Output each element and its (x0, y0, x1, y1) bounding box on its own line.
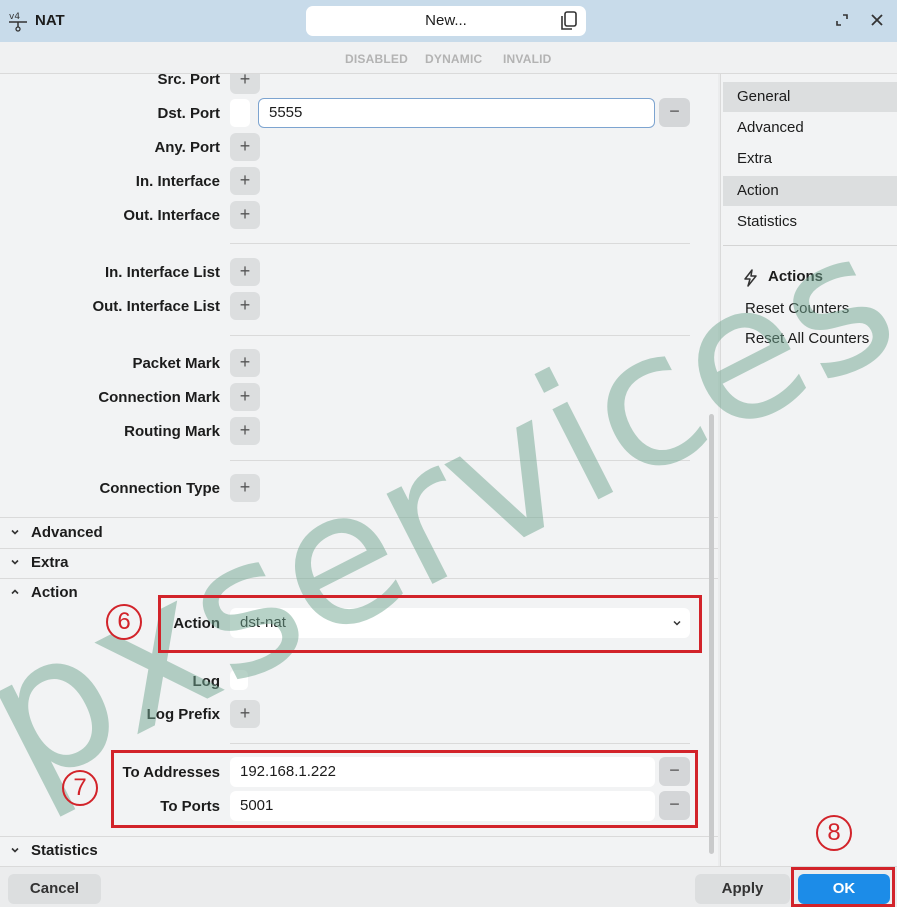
footer: Cancel Apply OK (0, 866, 897, 907)
status-dynamic: DYNAMIC (425, 52, 483, 66)
section-action-title: Action (31, 584, 78, 601)
any-port-add-button[interactable]: + (230, 133, 260, 161)
annotation-box-action (158, 595, 702, 653)
chevron-down-icon (11, 847, 19, 853)
svg-text:v4: v4 (9, 12, 20, 22)
divider (230, 460, 690, 461)
chevron-down-icon (11, 559, 19, 565)
section-statistics-title: Statistics (31, 842, 98, 859)
packet-mark-add-button[interactable]: + (230, 349, 260, 377)
section-advanced-title: Advanced (31, 524, 103, 541)
routing-mark-add-button[interactable]: + (230, 417, 260, 445)
sidebar-item-label: General (737, 88, 791, 105)
out-interface-add-button[interactable]: + (230, 201, 260, 229)
side-panel: General Advanced Extra Action Statistics… (720, 74, 897, 866)
dst-port-input[interactable]: 5555 (258, 98, 655, 128)
dst-port-label: Dst. Port (157, 105, 220, 122)
annotation-step-8: 8 (816, 815, 852, 851)
sidebar-item-label: Statistics (737, 213, 798, 230)
cancel-button[interactable]: Cancel (8, 874, 101, 904)
chevron-up-icon (11, 589, 19, 595)
section-extra-title: Extra (31, 554, 69, 571)
divider (230, 243, 690, 244)
section-extra[interactable]: Extra (0, 548, 718, 578)
sidebar-item-label: Advanced (737, 119, 804, 136)
app-title: NAT (35, 12, 65, 29)
in-interface-list-add-button[interactable]: + (230, 258, 260, 286)
in-interface-list-label: In. Interface List (104, 264, 220, 281)
connection-type-add-button[interactable]: + (230, 474, 260, 502)
sidebar-item-advanced[interactable]: Advanced (723, 113, 897, 143)
section-advanced[interactable]: Advanced (0, 518, 718, 548)
divider (230, 335, 690, 336)
nat-icon: v4 (9, 12, 27, 32)
packet-mark-label: Packet Mark (132, 355, 220, 372)
actions-title: Actions (768, 268, 824, 285)
divider (230, 743, 690, 744)
annotation-box-to-fields (111, 750, 698, 828)
main-form: Src. Port + Dst. Port 5555 − Any. Port +… (0, 74, 718, 866)
annotation-box-ok (791, 867, 895, 907)
scrollbar[interactable] (709, 414, 714, 854)
status-disabled: DISABLED (345, 52, 408, 66)
sidebar-item-label: Action (737, 182, 779, 199)
routing-mark-label: Routing Mark (124, 423, 220, 440)
annotation-step-7: 7 (62, 770, 98, 806)
section-statistics[interactable]: Statistics (0, 836, 718, 866)
lightning-icon (744, 269, 757, 287)
sidebar-item-general[interactable]: General (723, 82, 897, 112)
log-prefix-label: Log Prefix (146, 706, 220, 723)
resize-icon[interactable] (835, 13, 849, 27)
sidebar-item-extra[interactable]: Extra (723, 144, 897, 174)
out-interface-list-add-button[interactable]: + (230, 292, 260, 320)
log-prefix-add-button[interactable]: + (230, 700, 260, 728)
status-row: DISABLED DYNAMIC INVALID (0, 42, 897, 74)
out-interface-label: Out. Interface (123, 207, 220, 224)
title-bar: v4 NAT New... (0, 0, 897, 42)
dst-port-remove-button[interactable]: − (659, 98, 690, 127)
close-icon[interactable] (868, 11, 886, 29)
connection-type-label: Connection Type (99, 480, 220, 497)
src-port-label: Src. Port (157, 74, 220, 88)
sidebar-item-action[interactable]: Action (723, 176, 897, 206)
copy-icon[interactable] (560, 11, 578, 31)
sidebar-item-label: Extra (737, 150, 773, 167)
dst-port-negate-checkbox[interactable] (230, 99, 250, 127)
connection-mark-label: Connection Mark (98, 389, 220, 406)
divider (723, 245, 897, 246)
reset-counters-link[interactable]: Reset Counters (745, 300, 849, 317)
log-label: Log (192, 673, 221, 690)
apply-button[interactable]: Apply (695, 874, 790, 904)
sidebar-item-statistics[interactable]: Statistics (723, 207, 897, 237)
in-interface-label: In. Interface (135, 173, 220, 190)
window-title-field[interactable]: New... (306, 6, 586, 36)
out-interface-list-label: Out. Interface List (92, 298, 220, 315)
annotation-step-6: 6 (106, 604, 142, 640)
chevron-down-icon (11, 529, 19, 535)
reset-all-counters-link[interactable]: Reset All Counters (745, 330, 869, 347)
window-title: New... (425, 12, 467, 29)
any-port-label: Any. Port (154, 139, 220, 156)
connection-mark-add-button[interactable]: + (230, 383, 260, 411)
status-invalid: INVALID (503, 52, 552, 66)
log-checkbox[interactable] (230, 670, 248, 690)
src-port-add-button[interactable]: + (230, 74, 260, 94)
in-interface-add-button[interactable]: + (230, 167, 260, 195)
